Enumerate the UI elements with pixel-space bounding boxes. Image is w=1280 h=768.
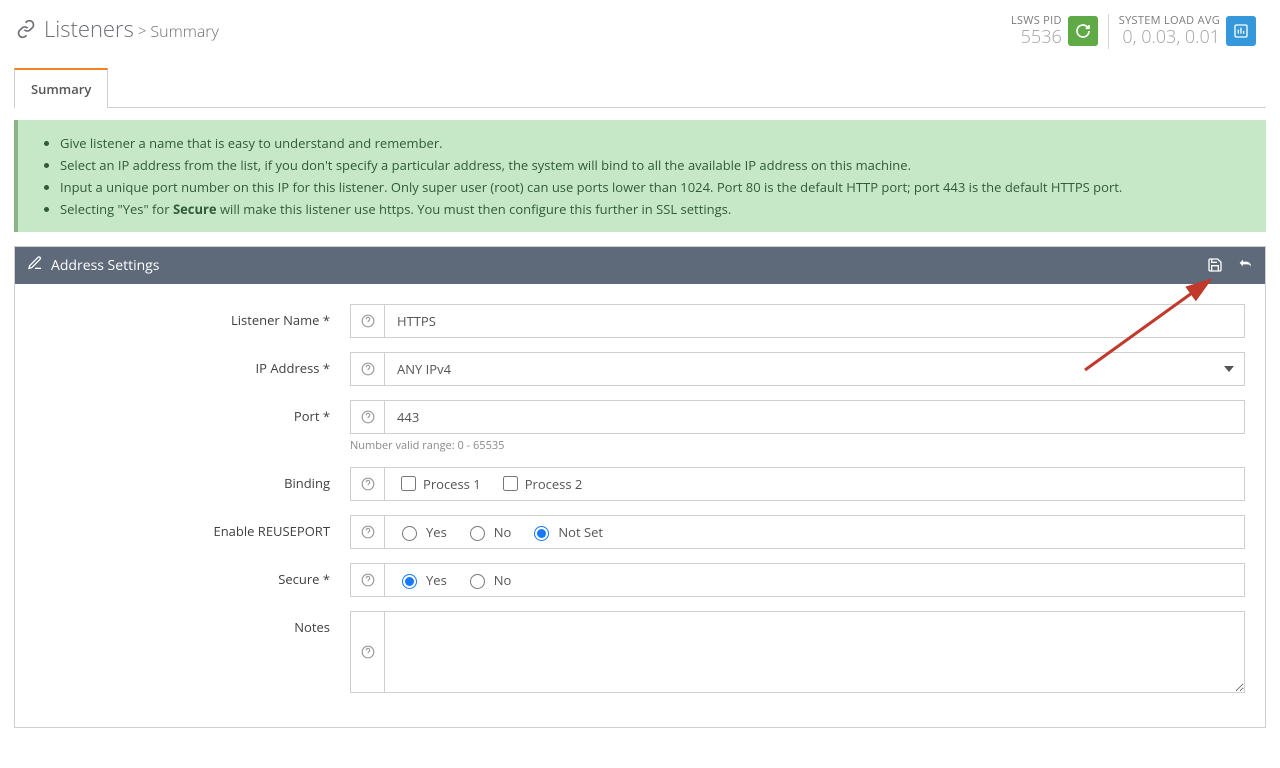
radio-label: Not Set [558,523,603,541]
checkbox-label: Process 1 [423,475,481,493]
info-line: Give listener a name that is easy to und… [60,132,1246,154]
ip-address-select[interactable]: ANY IPv4 [384,352,1245,386]
address-settings-panel: Address Settings [14,246,1266,728]
pid-value: 5536 [1011,27,1062,49]
help-icon[interactable] [350,515,384,549]
notes-label: Notes [35,611,350,636]
listener-name-input[interactable] [384,304,1245,338]
info-line: Input a unique port number on this IP fo… [60,176,1246,198]
help-icon[interactable] [350,400,384,434]
back-button[interactable] [1237,257,1253,273]
port-label: Port * [35,400,350,425]
reuseport-notset-radio[interactable]: Not Set [529,523,603,541]
stats-button[interactable] [1226,16,1256,46]
edit-icon [27,255,51,276]
tab-summary[interactable]: Summary [14,68,108,108]
port-hint: Number valid range: 0 - 65535 [350,438,1245,453]
port-input[interactable] [384,400,1245,434]
secure-yes-radio[interactable]: Yes [397,571,447,589]
secure-label: Secure * [35,563,350,588]
binding-label: Binding [35,467,350,492]
breadcrumb: Listeners > Summary [14,14,219,44]
radio-label: Yes [426,571,447,589]
reuseport-yes-radio[interactable]: Yes [397,523,447,541]
binding-process2-checkbox[interactable]: Process 2 [499,473,583,494]
info-text: Selecting "Yes" for [60,200,173,218]
reuseport-label: Enable REUSEPORT [35,515,350,540]
system-stats: LSWS PID 5536 SYSTEM LOAD AVG 0, 0.03, 0… [1001,14,1266,49]
info-text: will make this listener use https. You m… [217,200,732,218]
radio-label: No [494,523,512,541]
reuseport-no-radio[interactable]: No [465,523,512,541]
radio-label: Yes [426,523,447,541]
page-title: Listeners [44,14,134,44]
info-line: Select an IP address from the list, if y… [60,154,1246,176]
listener-name-label: Listener Name * [35,304,350,329]
reload-button[interactable] [1068,16,1098,46]
panel-title: Address Settings [51,256,159,275]
help-icon[interactable] [350,467,384,501]
save-button[interactable] [1207,257,1223,273]
info-bold: Secure [173,200,217,218]
help-icon[interactable] [350,563,384,597]
breadcrumb-sub: Summary [150,20,218,42]
info-line: Selecting "Yes" for Secure will make thi… [60,198,1246,220]
binding-process1-checkbox[interactable]: Process 1 [397,473,481,494]
ip-address-label: IP Address * [35,352,350,377]
help-icon[interactable] [350,304,384,338]
radio-label: No [494,571,512,589]
secure-no-radio[interactable]: No [465,571,512,589]
link-icon [14,17,38,41]
notes-textarea[interactable] [384,611,1245,693]
info-box: Give listener a name that is easy to und… [14,120,1266,232]
load-value: 0, 0.03, 0.01 [1119,27,1220,49]
breadcrumb-separator: > [138,21,147,41]
help-icon[interactable] [350,352,384,386]
checkbox-label: Process 2 [525,475,583,493]
help-icon[interactable] [350,611,384,693]
